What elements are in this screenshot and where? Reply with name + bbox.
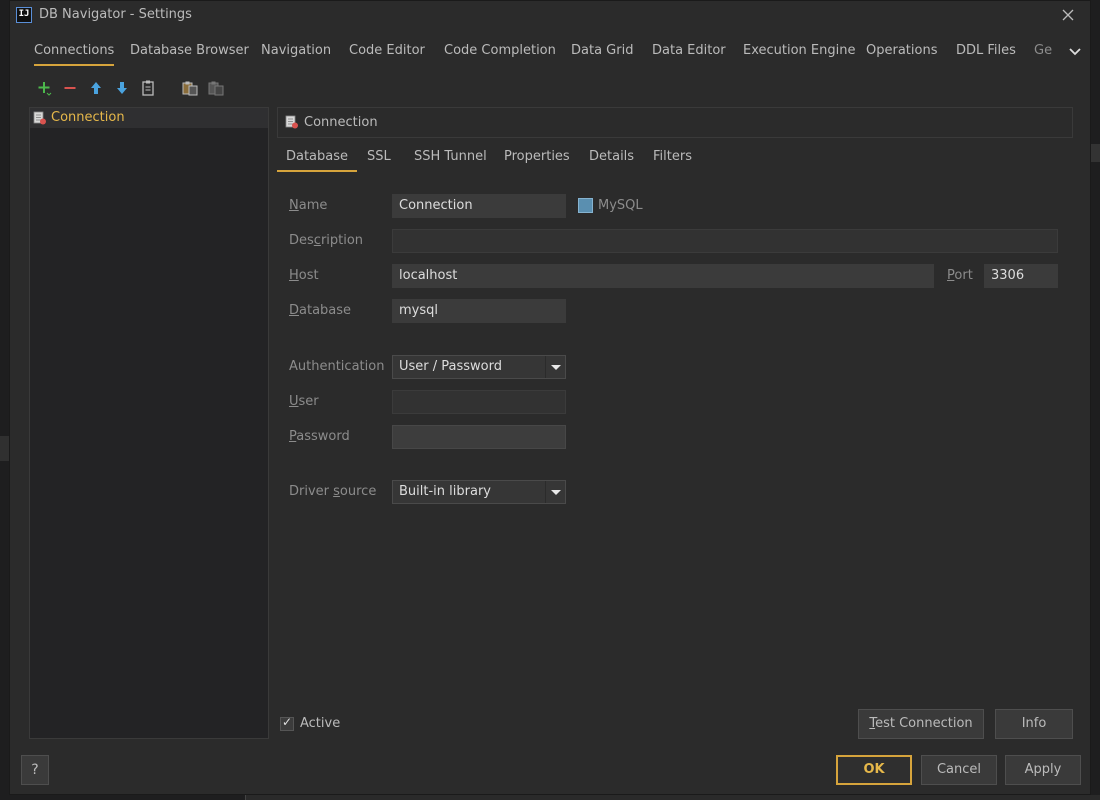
tab-execution-engine[interactable]: Execution Engine (743, 37, 855, 66)
tab-code-completion[interactable]: Code Completion (444, 37, 556, 66)
tab-ssl[interactable]: SSL (367, 144, 391, 172)
connection-header: Connection (277, 107, 1073, 138)
driver-source-label: Driver source (289, 484, 377, 499)
tab-operations[interactable]: Operations (866, 37, 937, 66)
window-title: DB Navigator - Settings (39, 7, 192, 22)
connection-icon (33, 111, 47, 125)
dropdown-arrow-icon[interactable] (545, 481, 565, 503)
name-label: Name (289, 198, 328, 213)
database-field[interactable]: mysql (392, 299, 566, 323)
tab-database[interactable]: Database (277, 144, 357, 172)
settings-tabs: Connections Database Browser Navigation … (20, 37, 1082, 67)
mysql-icon (578, 198, 593, 213)
driver-source-select[interactable]: Built-in library (392, 480, 566, 504)
apply-button[interactable]: Apply (1005, 755, 1081, 785)
dropdown-arrow-icon[interactable] (545, 356, 565, 378)
chevron-down-icon[interactable] (1067, 43, 1083, 59)
host-field[interactable]: localhost (392, 264, 934, 288)
tab-navigation[interactable]: Navigation (261, 37, 331, 66)
port-field[interactable]: 3306 (984, 264, 1058, 288)
tab-code-editor[interactable]: Code Editor (349, 37, 425, 66)
connections-tree[interactable]: Connection (29, 107, 269, 739)
copy-icon[interactable] (138, 78, 158, 98)
background-window-edge (245, 795, 1100, 800)
app-logo-icon: IJ (16, 7, 32, 23)
tab-data-editor[interactable]: Data Editor (652, 37, 726, 66)
tab-general-truncated[interactable]: Ge (1034, 37, 1064, 66)
authentication-value: User / Password (399, 359, 502, 374)
active-label[interactable]: Active (300, 716, 340, 731)
tree-item-label: Connection (51, 110, 125, 125)
background-window-strip (0, 436, 9, 461)
background-window-edge-right (1091, 144, 1100, 162)
tab-connections[interactable]: Connections (34, 37, 115, 66)
name-field[interactable]: Connection (392, 194, 566, 218)
database-label: Database (289, 303, 352, 318)
tab-properties[interactable]: Properties (504, 144, 570, 172)
cancel-button[interactable]: Cancel (921, 755, 997, 785)
help-button[interactable]: ? (21, 755, 49, 785)
description-label: Description (289, 233, 364, 248)
tab-ssh-tunnel[interactable]: SSH Tunnel (414, 144, 487, 172)
host-label: Host (289, 268, 319, 283)
password-label: Password (289, 429, 350, 444)
connection-icon (285, 115, 299, 129)
move-down-icon[interactable] (112, 78, 132, 98)
port-label: Port (947, 268, 973, 283)
info-button[interactable]: Info (995, 709, 1073, 739)
user-label: User (289, 394, 319, 409)
move-up-icon[interactable] (86, 78, 106, 98)
database-type-label: MySQL (598, 198, 643, 213)
paste-disabled-icon (206, 78, 226, 98)
add-icon[interactable] (34, 78, 54, 98)
driver-source-value: Built-in library (399, 484, 491, 499)
remove-icon[interactable] (60, 78, 80, 98)
settings-dialog: IJ DB Navigator - Settings Connections D… (9, 0, 1091, 795)
tab-database-browser[interactable]: Database Browser (130, 37, 249, 66)
tab-details[interactable]: Details (589, 144, 634, 172)
active-checkbox[interactable] (280, 715, 294, 731)
connection-subtabs: Database SSL SSH Tunnel Properties Detai… (277, 144, 1073, 173)
ok-button[interactable]: OK (836, 755, 912, 785)
authentication-label: Authentication (289, 359, 385, 374)
title-bar[interactable]: IJ DB Navigator - Settings (10, 1, 1090, 31)
tab-ddl-files[interactable]: DDL Files (956, 37, 1016, 66)
tab-data-grid[interactable]: Data Grid (571, 37, 633, 66)
close-icon[interactable] (1058, 5, 1078, 25)
paste-icon[interactable] (180, 78, 200, 98)
password-field[interactable] (392, 425, 566, 449)
test-connection-button[interactable]: Test Connection (858, 709, 984, 739)
user-field[interactable] (392, 390, 566, 414)
authentication-select[interactable]: User / Password (392, 355, 566, 379)
connection-header-title: Connection (304, 115, 378, 130)
tab-filters[interactable]: Filters (653, 144, 692, 172)
tree-item-connection[interactable]: Connection (30, 108, 268, 128)
description-field[interactable] (392, 229, 1058, 253)
